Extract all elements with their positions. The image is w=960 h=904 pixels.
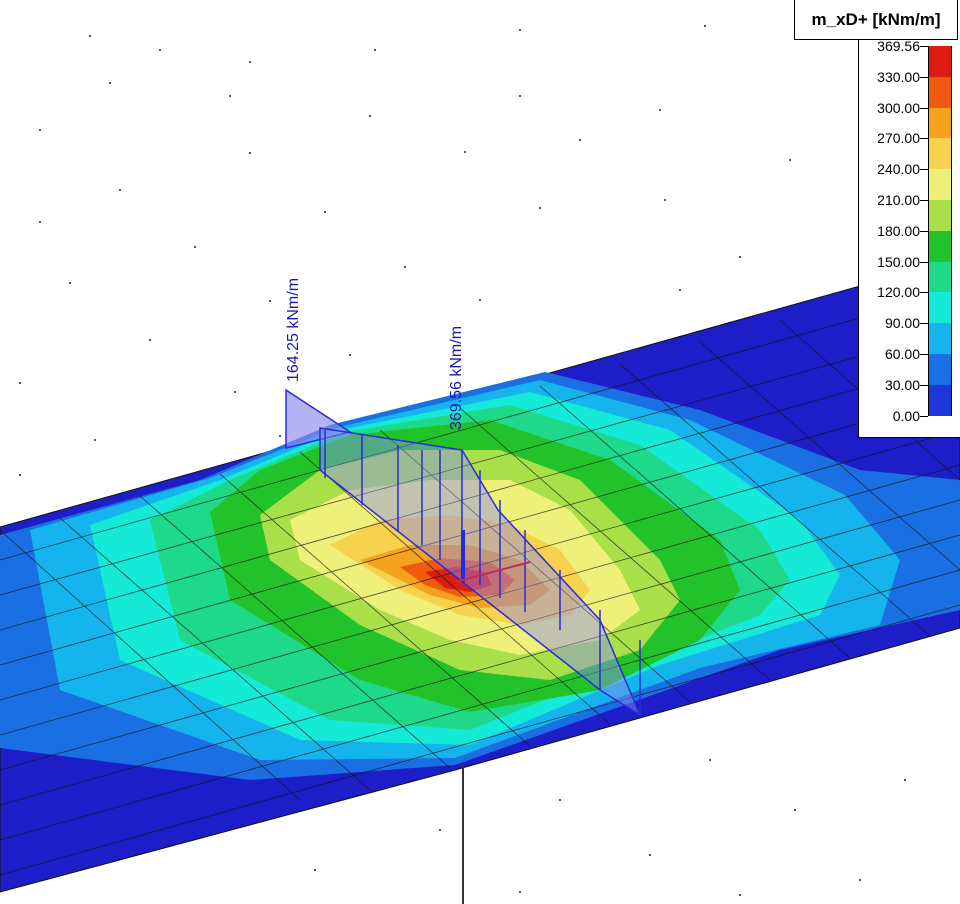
- legend-tick: [920, 292, 928, 294]
- legend-color-swatch: [928, 46, 952, 77]
- legend-value-label: 270.00: [877, 130, 920, 147]
- legend-value-label: 60.00: [884, 346, 920, 362]
- legend-value-label: 300.00: [877, 99, 920, 116]
- legend-value-label: 90.00: [884, 315, 920, 332]
- legend-value-label: 210.00: [877, 192, 920, 208]
- legend-value-label: 0.00: [892, 407, 920, 424]
- legend-color-swatch: [928, 354, 952, 385]
- legend-color-swatch: [928, 292, 952, 324]
- legend-color-swatch: [928, 200, 952, 231]
- legend-value-label: 369.56: [877, 38, 920, 54]
- legend-tick: [920, 46, 928, 47]
- legend-tick: [920, 200, 928, 201]
- legend-value-label: 180.00: [877, 222, 920, 239]
- legend-value-label: 30.00: [884, 376, 920, 393]
- legend-color-swatch: [928, 261, 952, 293]
- legend-value-label: 240.00: [877, 161, 920, 178]
- legend-color-swatch: [928, 323, 952, 354]
- legend-color-swatch: [928, 230, 952, 262]
- legend-tick: [920, 415, 928, 417]
- legend-tick: [920, 354, 928, 355]
- legend-tick: [920, 261, 928, 263]
- 3d-model-viewport[interactable]: 164.25 kNm/m 369.56 kNm/m: [0, 0, 960, 904]
- legend-tick: [920, 169, 928, 171]
- legend-value-label: 120.00: [877, 284, 920, 301]
- legend-tick: [920, 384, 928, 386]
- legend-tick: [920, 323, 928, 325]
- legend-tick: [920, 76, 928, 78]
- annotation-center-value: 369.56 kNm/m: [448, 326, 465, 430]
- annotation-left-value: 164.25 kNm/m: [285, 278, 302, 382]
- legend-value-label: 330.00: [877, 68, 920, 85]
- legend-color-swatch: [928, 138, 952, 170]
- legend-tick: [920, 230, 928, 232]
- legend-tick: [920, 107, 928, 109]
- legend-color-swatch: [928, 384, 952, 416]
- legend-color-swatch: [928, 76, 952, 108]
- legend-tick: [920, 138, 928, 140]
- legend-title: m_xD+ [kNm/m]: [794, 0, 958, 40]
- legend-value-label: 150.00: [877, 253, 920, 270]
- legend-color-swatch: [928, 107, 952, 139]
- legend-color-swatch: [928, 169, 952, 200]
